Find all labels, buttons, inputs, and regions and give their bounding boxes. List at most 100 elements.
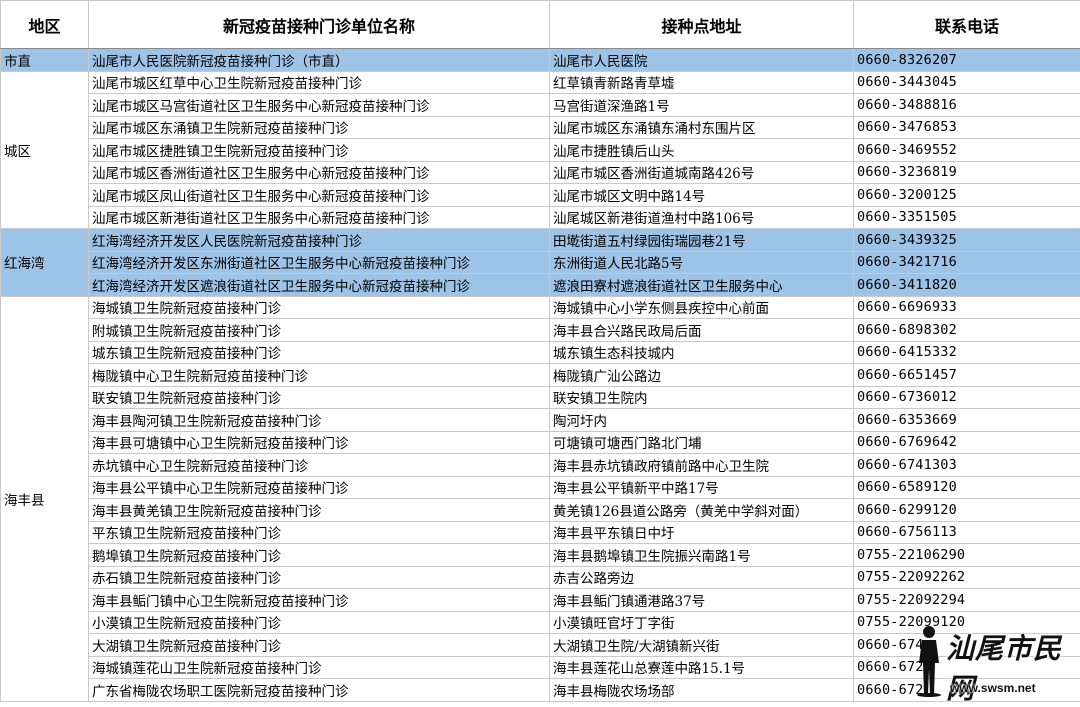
clinic-name-cell: 红海湾经济开发区人民医院新冠疫苗接种门诊 [89, 229, 550, 252]
clinic-name-cell: 海丰县可塘镇中心卫生院新冠疫苗接种门诊 [89, 431, 550, 454]
address-cell: 陶河圩内 [550, 409, 854, 432]
phone-cell: 0660-6898302 [854, 319, 1080, 342]
table-row: 城东镇卫生院新冠疫苗接种门诊城东镇生态科技城内0660-6415332 [1, 341, 1080, 364]
table-row: 海丰县鲘门镇中心卫生院新冠疫苗接种门诊海丰县鲘门镇通港路37号0755-2209… [1, 589, 1080, 612]
phone-cell: 0755-22092294 [854, 589, 1080, 612]
address-cell: 海丰县平东镇日中圩 [550, 521, 854, 544]
table-row: 城区汕尾市城区红草中心卫生院新冠疫苗接种门诊红草镇青新路青草墟0660-3443… [1, 71, 1080, 94]
header-region: 地区 [1, 1, 89, 49]
address-cell: 黄羌镇126县道公路旁（黄羌中学斜对面） [550, 499, 854, 522]
address-cell: 小漠镇旺官圩丁字街 [550, 611, 854, 634]
clinic-name-cell: 海丰县鲘门镇中心卫生院新冠疫苗接种门诊 [89, 589, 550, 612]
table-row: 海丰县可塘镇中心卫生院新冠疫苗接种门诊可塘镇可塘西门路北门埔0660-67696… [1, 431, 1080, 454]
table-row: 赤石镇卫生院新冠疫苗接种门诊赤吉公路旁边0755-22092262 [1, 566, 1080, 589]
address-cell: 赤吉公路旁边 [550, 566, 854, 589]
address-cell: 城东镇生态科技城内 [550, 341, 854, 364]
address-cell: 海丰县公平镇新平中路17号 [550, 476, 854, 499]
table-row: 汕尾市城区马宫街道社区卫生服务中心新冠疫苗接种门诊马宫街道深渔路1号0660-3… [1, 94, 1080, 117]
watermark-brand: 汕尾市民网 [946, 627, 1074, 707]
table-row: 平东镇卫生院新冠疫苗接种门诊海丰县平东镇日中圩0660-6756113 [1, 521, 1080, 544]
address-cell: 汕尾市捷胜镇后山头 [550, 139, 854, 162]
address-cell: 大湖镇卫生院/大湖镇新兴街 [550, 634, 854, 657]
clinic-name-cell: 联安镇卫生院新冠疫苗接种门诊 [89, 386, 550, 409]
header-address: 接种点地址 [550, 1, 854, 49]
phone-cell: 0660-6415332 [854, 341, 1080, 364]
clinic-name-cell: 汕尾市城区马宫街道社区卫生服务中心新冠疫苗接种门诊 [89, 94, 550, 117]
address-cell: 马宫街道深渔路1号 [550, 94, 854, 117]
region-cell: 海丰县 [1, 296, 89, 701]
address-cell: 红草镇青新路青草墟 [550, 71, 854, 94]
phone-cell: 0660-3421716 [854, 251, 1080, 274]
table-row: 海丰县公平镇中心卫生院新冠疫苗接种门诊海丰县公平镇新平中路17号0660-658… [1, 476, 1080, 499]
phone-cell: 0660-3443045 [854, 71, 1080, 94]
address-cell: 海城镇中心小学东侧县疾控中心前面 [550, 296, 854, 319]
address-cell: 梅陇镇广汕公路边 [550, 364, 854, 387]
address-cell: 海丰县梅陇农场场部 [550, 679, 854, 702]
clinic-name-cell: 红海湾经济开发区东洲街道社区卫生服务中心新冠疫苗接种门诊 [89, 251, 550, 274]
address-cell: 田墘街道五村绿园街瑞园巷21号 [550, 229, 854, 252]
address-cell: 海丰县鲘门镇通港路37号 [550, 589, 854, 612]
clinic-name-cell: 汕尾市城区东涌镇卫生院新冠疫苗接种门诊 [89, 116, 550, 139]
clinic-name-cell: 汕尾市城区红草中心卫生院新冠疫苗接种门诊 [89, 71, 550, 94]
clinic-name-cell: 城东镇卫生院新冠疫苗接种门诊 [89, 341, 550, 364]
table-body: 市直汕尾市人民医院新冠疫苗接种门诊（市直）汕尾市人民医院0660-8326207… [1, 49, 1080, 702]
table-row: 汕尾市城区香洲街道社区卫生服务中心新冠疫苗接种门诊汕尾市城区香洲街道城南路426… [1, 161, 1080, 184]
clinic-name-cell: 汕尾市人民医院新冠疫苗接种门诊（市直） [89, 49, 550, 72]
watermark-url: www.swsm.net [950, 681, 1036, 695]
phone-cell: 0660-3469552 [854, 139, 1080, 162]
table-row: 海丰县黄羌镇卫生院新冠疫苗接种门诊黄羌镇126县道公路旁（黄羌中学斜对面）066… [1, 499, 1080, 522]
phone-cell: 0660-3488816 [854, 94, 1080, 117]
address-cell: 海丰县鹅埠镇卫生院振兴南路1号 [550, 544, 854, 567]
table-row: 梅陇镇中心卫生院新冠疫苗接种门诊梅陇镇广汕公路边0660-6651457 [1, 364, 1080, 387]
clinic-name-cell: 鹅埠镇卫生院新冠疫苗接种门诊 [89, 544, 550, 567]
phone-cell: 0660-6769642 [854, 431, 1080, 454]
region-cell: 城区 [1, 71, 89, 229]
person-silhouette-icon [914, 623, 944, 697]
clinic-name-cell: 小漠镇卫生院新冠疫苗接种门诊 [89, 611, 550, 634]
clinic-name-cell: 赤石镇卫生院新冠疫苗接种门诊 [89, 566, 550, 589]
header-row: 地区 新冠疫苗接种门诊单位名称 接种点地址 联系电话 [1, 1, 1080, 49]
phone-cell: 0660-6696933 [854, 296, 1080, 319]
clinic-name-cell: 海丰县公平镇中心卫生院新冠疫苗接种门诊 [89, 476, 550, 499]
address-cell: 东洲街道人民北路5号 [550, 251, 854, 274]
region-cell: 市直 [1, 49, 89, 72]
clinic-name-cell: 汕尾市城区新港街道社区卫生服务中心新冠疫苗接种门诊 [89, 206, 550, 229]
address-cell: 遮浪田寮村遮浪街道社区卫生服务中心 [550, 274, 854, 297]
clinic-name-cell: 附城镇卫生院新冠疫苗接种门诊 [89, 319, 550, 342]
clinic-name-cell: 平东镇卫生院新冠疫苗接种门诊 [89, 521, 550, 544]
phone-cell: 0660-6589120 [854, 476, 1080, 499]
table-row: 红海湾经济开发区遮浪街道社区卫生服务中心新冠疫苗接种门诊遮浪田寮村遮浪街道社区卫… [1, 274, 1080, 297]
table-row: 海丰县陶河镇卫生院新冠疫苗接种门诊陶河圩内0660-6353669 [1, 409, 1080, 432]
header-phone: 联系电话 [854, 1, 1080, 49]
phone-cell: 0660-8326207 [854, 49, 1080, 72]
clinic-name-cell: 广东省梅陇农场职工医院新冠疫苗接种门诊 [89, 679, 550, 702]
phone-cell: 0660-6756113 [854, 521, 1080, 544]
address-cell: 汕尾市人民医院 [550, 49, 854, 72]
address-cell: 海丰县合兴路民政局后面 [550, 319, 854, 342]
clinic-name-cell: 大湖镇卫生院新冠疫苗接种门诊 [89, 634, 550, 657]
clinic-name-cell: 梅陇镇中心卫生院新冠疫苗接种门诊 [89, 364, 550, 387]
table-row: 联安镇卫生院新冠疫苗接种门诊联安镇卫生院内0660-6736012 [1, 386, 1080, 409]
table-row: 汕尾市城区凤山街道社区卫生服务中心新冠疫苗接种门诊汕尾市城区文明中路14号066… [1, 184, 1080, 207]
table-row: 汕尾市城区东涌镇卫生院新冠疫苗接种门诊汕尾市城区东涌镇东涌村东围片区0660-3… [1, 116, 1080, 139]
address-cell: 汕尾市城区文明中路14号 [550, 184, 854, 207]
phone-cell: 0660-6741303 [854, 454, 1080, 477]
clinic-name-cell: 海丰县黄羌镇卫生院新冠疫苗接种门诊 [89, 499, 550, 522]
address-cell: 汕尾城区新港街道渔村中路106号 [550, 206, 854, 229]
phone-cell: 0660-3476853 [854, 116, 1080, 139]
phone-cell: 0660-6736012 [854, 386, 1080, 409]
table-row: 红海湾经济开发区东洲街道社区卫生服务中心新冠疫苗接种门诊东洲街道人民北路5号06… [1, 251, 1080, 274]
phone-cell: 0755-22092262 [854, 566, 1080, 589]
table-row: 海丰县海城镇卫生院新冠疫苗接种门诊海城镇中心小学东侧县疾控中心前面0660-66… [1, 296, 1080, 319]
table-row: 市直汕尾市人民医院新冠疫苗接种门诊（市直）汕尾市人民医院0660-8326207 [1, 49, 1080, 72]
clinic-name-cell: 汕尾市城区凤山街道社区卫生服务中心新冠疫苗接种门诊 [89, 184, 550, 207]
clinic-name-cell: 红海湾经济开发区遮浪街道社区卫生服务中心新冠疫苗接种门诊 [89, 274, 550, 297]
table-row: 红海湾红海湾经济开发区人民医院新冠疫苗接种门诊田墘街道五村绿园街瑞园巷21号06… [1, 229, 1080, 252]
address-cell: 可塘镇可塘西门路北门埔 [550, 431, 854, 454]
table-row: 附城镇卫生院新冠疫苗接种门诊海丰县合兴路民政局后面0660-6898302 [1, 319, 1080, 342]
address-cell: 汕尾市城区东涌镇东涌村东围片区 [550, 116, 854, 139]
site-watermark: 汕尾市民网 www.swsm.net [914, 623, 1074, 697]
phone-cell: 0660-3351505 [854, 206, 1080, 229]
phone-cell: 0755-22106290 [854, 544, 1080, 567]
address-cell: 联安镇卫生院内 [550, 386, 854, 409]
